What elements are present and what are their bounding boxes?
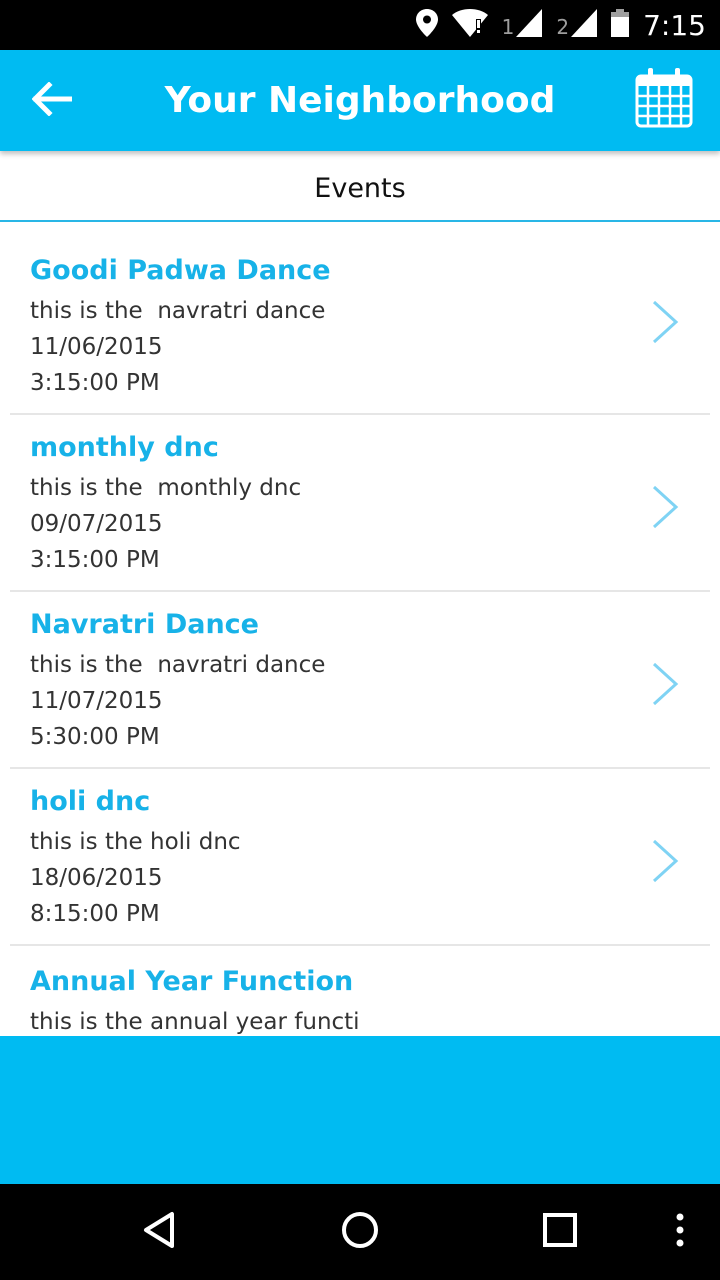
event-date: 09/07/2015 xyxy=(30,511,163,537)
nav-overflow-button[interactable] xyxy=(650,1202,710,1262)
signal-icon xyxy=(571,9,598,41)
event-description: this is the navratri dance xyxy=(30,298,326,324)
location-icon xyxy=(415,9,438,41)
event-date: 11/07/2015 xyxy=(30,688,163,714)
event-time: 8:15:00 PM xyxy=(30,901,160,927)
event-item[interactable]: monthly dnc this is the monthly dnc 09/0… xyxy=(10,415,710,592)
nav-home-button[interactable] xyxy=(330,1202,390,1262)
app-bar: Your Neighborhood xyxy=(0,50,720,151)
event-item[interactable]: Annual Year Function this is the annual … xyxy=(10,946,710,1036)
event-text: holi dnc this is the holi dnc 18/06/2015… xyxy=(30,784,241,932)
calendar-icon xyxy=(635,68,693,132)
event-description: this is the navratri dance xyxy=(30,652,326,678)
calendar-button[interactable] xyxy=(630,66,698,134)
event-description: this is the annual year functi xyxy=(30,1009,360,1035)
event-text: Goodi Padwa Dance this is the navratri d… xyxy=(30,253,331,401)
chevron-right-icon[interactable] xyxy=(650,485,680,529)
event-date: 11/06/2015 xyxy=(30,334,163,360)
event-title: holi dnc xyxy=(30,786,151,817)
event-item[interactable]: holi dnc this is the holi dnc 18/06/2015… xyxy=(10,769,710,946)
sim1-label: 1 xyxy=(501,15,515,39)
system-nav-bar xyxy=(0,1184,720,1280)
event-title: Annual Year Function xyxy=(30,966,354,997)
sim2-label: 2 xyxy=(556,15,570,39)
chevron-right-icon[interactable] xyxy=(650,662,680,706)
nav-recents-button[interactable] xyxy=(530,1202,590,1262)
event-title: monthly dnc xyxy=(30,432,219,463)
nav-back-button[interactable] xyxy=(130,1202,190,1262)
overflow-menu-icon xyxy=(675,1212,685,1252)
arrow-left-icon xyxy=(31,81,73,120)
footer-banner xyxy=(0,1036,720,1184)
status-bar: 1 2 7:15 xyxy=(0,0,720,50)
sim2-signal: 2 xyxy=(556,9,598,41)
chevron-right-icon[interactable] xyxy=(650,839,680,883)
event-item[interactable]: Navratri Dance this is the navratri danc… xyxy=(10,592,710,769)
home-circle-icon xyxy=(340,1210,380,1254)
event-date: 18/06/2015 xyxy=(30,865,163,891)
recents-square-icon xyxy=(540,1210,580,1254)
wifi-alert-icon xyxy=(451,9,488,41)
signal-icon xyxy=(516,9,543,41)
status-icons: 1 2 7:15 xyxy=(415,0,706,50)
event-title: Navratri Dance xyxy=(30,609,259,640)
event-time: 5:30:00 PM xyxy=(30,724,160,750)
battery-icon xyxy=(611,9,630,41)
events-list[interactable]: Goodi Padwa Dance this is the navratri d… xyxy=(0,222,720,1036)
sim1-signal: 1 xyxy=(502,9,543,41)
event-time: 3:15:00 PM xyxy=(30,547,160,573)
event-text: Navratri Dance this is the navratri danc… xyxy=(30,607,325,755)
section-title: Events xyxy=(314,172,406,204)
page-title: Your Neighborhood xyxy=(164,80,556,121)
status-time: 7:15 xyxy=(643,8,706,42)
event-title: Goodi Padwa Dance xyxy=(30,255,331,286)
chevron-right-icon[interactable] xyxy=(650,300,680,344)
event-text: Annual Year Function this is the annual … xyxy=(30,964,360,1036)
event-description: this is the monthly dnc xyxy=(30,475,302,501)
event-item[interactable]: Goodi Padwa Dance this is the navratri d… xyxy=(10,222,710,415)
back-triangle-icon xyxy=(140,1210,180,1254)
event-text: monthly dnc this is the monthly dnc 09/0… xyxy=(30,430,301,578)
event-time: 3:15:00 PM xyxy=(30,370,160,396)
event-description: this is the holi dnc xyxy=(30,829,241,855)
back-button[interactable] xyxy=(26,76,78,126)
